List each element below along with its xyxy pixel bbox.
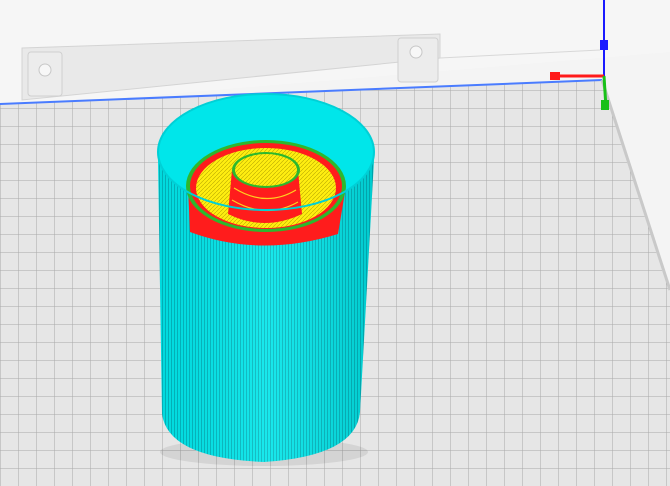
z-axis-handle <box>600 40 608 50</box>
y-axis-handle <box>601 100 609 110</box>
scene-canvas[interactable] <box>0 0 670 486</box>
center-boss <box>228 152 302 223</box>
back-clip-right-icon <box>397 37 439 83</box>
back-clip-left-icon <box>27 51 63 97</box>
x-axis-handle <box>550 72 560 80</box>
print-preview-model[interactable] <box>157 93 375 466</box>
3d-viewport[interactable] <box>0 0 670 486</box>
